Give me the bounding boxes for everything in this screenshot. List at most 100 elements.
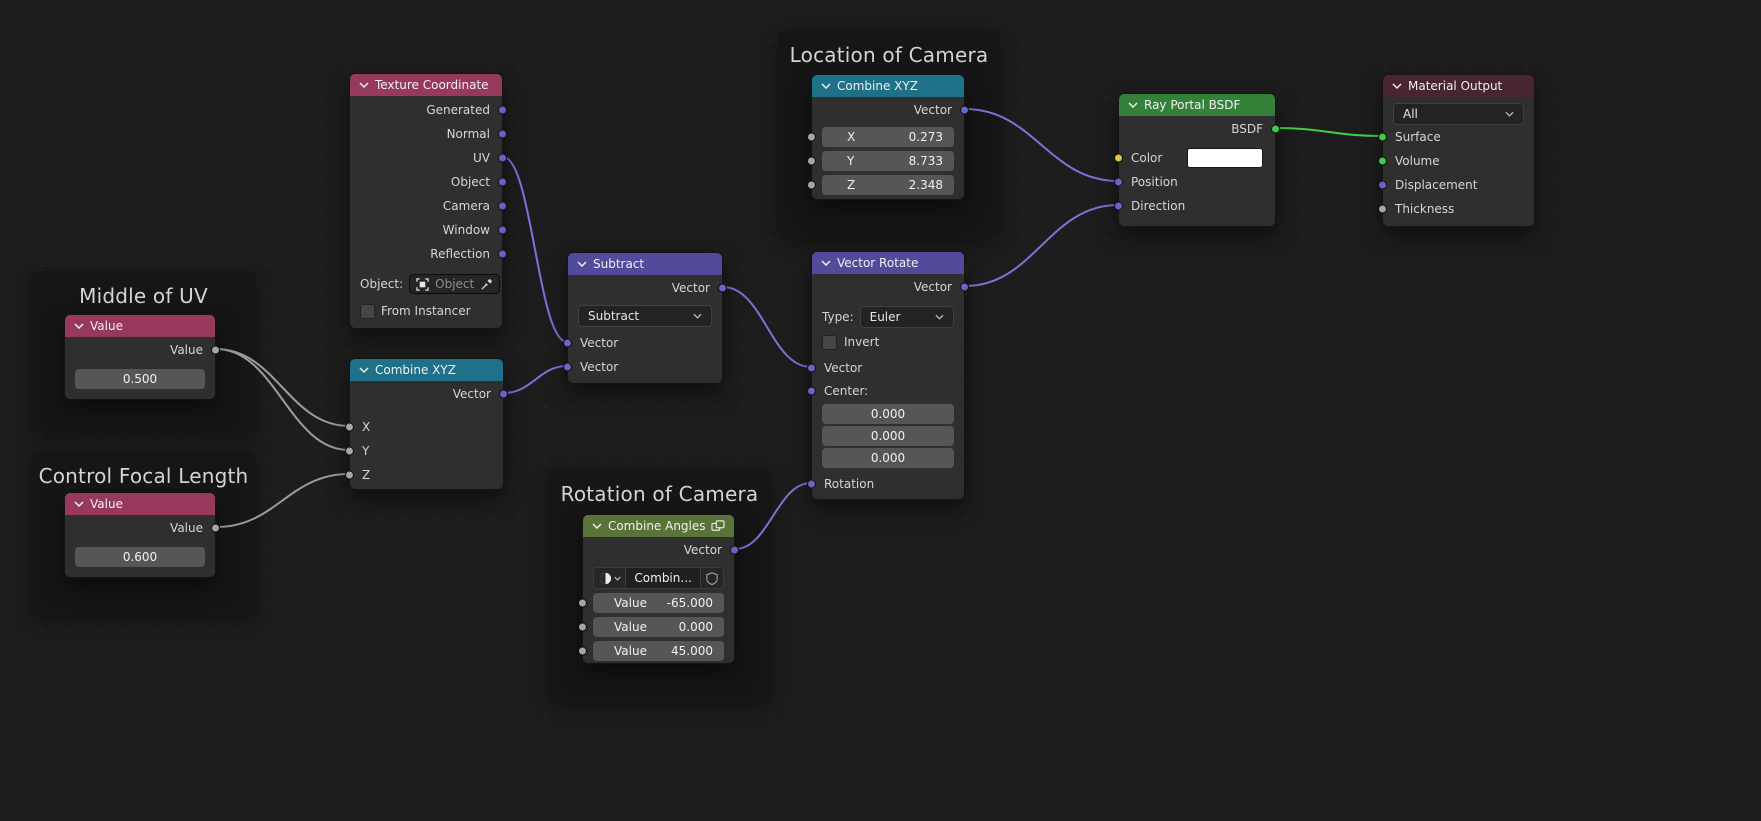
socket-value-input-1[interactable] (578, 598, 587, 608)
socket-value-output[interactable] (211, 345, 220, 355)
node-header[interactable]: Subtract (568, 253, 722, 275)
socket-y-input[interactable] (807, 156, 816, 166)
node-title: Texture Coordinate (375, 78, 489, 92)
socket-bsdf-output[interactable] (1271, 124, 1280, 134)
value-field[interactable]: 0.500 (75, 369, 205, 389)
chevron-down-icon[interactable] (577, 261, 587, 267)
socket-volume-input[interactable] (1378, 156, 1387, 166)
invert-checkbox[interactable] (822, 334, 837, 350)
chevron-down-icon[interactable] (821, 260, 831, 266)
eyedropper-icon[interactable] (480, 278, 493, 291)
socket-vector-output[interactable] (718, 283, 727, 293)
node-header[interactable]: Combine Angles (583, 515, 734, 537)
object-picker-field[interactable]: Object (409, 274, 501, 294)
value-field-1[interactable]: Value -65.000 (593, 593, 724, 613)
input-label: Surface (1395, 130, 1441, 144)
socket-x-input[interactable] (345, 422, 354, 432)
chevron-down-icon[interactable] (359, 367, 369, 373)
node-combine-xyz-location[interactable]: Combine XYZ Vector X 0.273 Y 8.733 Z 2.3… (807, 74, 969, 200)
node-header[interactable]: Material Output (1383, 75, 1534, 97)
socket-value-input-3[interactable] (578, 646, 587, 656)
socket-reflection-output[interactable] (498, 249, 507, 259)
socket-generated-output[interactable] (498, 105, 507, 115)
socket-vector-output[interactable] (730, 545, 739, 555)
color-swatch[interactable] (1187, 148, 1263, 168)
socket-direction-input[interactable] (1114, 201, 1123, 211)
from-instancer-checkbox[interactable] (360, 303, 375, 319)
socket-center-input[interactable] (807, 386, 816, 396)
node-value-uv[interactable]: Value Value 0.500 (64, 314, 220, 400)
node-header[interactable]: Ray Portal BSDF (1119, 94, 1275, 116)
socket-rotation-input[interactable] (807, 479, 816, 489)
socket-thickness-input[interactable] (1378, 204, 1387, 214)
socket-displacement-input[interactable] (1378, 180, 1387, 190)
node-combine-angles[interactable]: Combine Angles Vector Combin... Value -6… (578, 514, 739, 664)
chevron-down-icon[interactable] (359, 82, 369, 88)
center-z-field[interactable]: 0.000 (822, 448, 954, 468)
input-label: Direction (1131, 199, 1186, 213)
output-label: Vector (913, 280, 952, 294)
input-label: Rotation (824, 477, 875, 491)
socket-y-input[interactable] (345, 446, 354, 456)
value-field[interactable]: 0.600 (75, 547, 205, 567)
chevron-down-icon[interactable] (1392, 83, 1402, 89)
node-title: Vector Rotate (837, 256, 919, 270)
socket-vector-input-2[interactable] (563, 362, 572, 372)
node-header[interactable]: Texture Coordinate (350, 74, 502, 96)
rotation-type-dropdown[interactable]: Euler (859, 306, 954, 328)
socket-x-input[interactable] (807, 132, 816, 142)
socket-object-output[interactable] (498, 177, 507, 187)
chevron-down-icon[interactable] (592, 523, 602, 529)
socket-value-output[interactable] (211, 523, 220, 533)
socket-window-output[interactable] (498, 225, 507, 235)
center-y-field[interactable]: 0.000 (822, 426, 954, 446)
socket-z-input[interactable] (807, 180, 816, 190)
node-header[interactable]: Combine XYZ (350, 359, 503, 381)
node-material-output[interactable]: Material Output All Surface Volume Displ… (1378, 74, 1535, 227)
socket-vector-output[interactable] (960, 105, 969, 115)
socket-uv-output[interactable] (498, 153, 507, 163)
operation-dropdown[interactable]: Subtract (578, 305, 712, 327)
x-value-field[interactable]: X 0.273 (822, 127, 954, 147)
object-placeholder: Object (435, 277, 475, 291)
socket-position-input[interactable] (1114, 177, 1123, 187)
node-subtract[interactable]: Subtract Vector Subtract Vector Vector (563, 252, 727, 384)
socket-vector-input-1[interactable] (563, 338, 572, 348)
center-x-field[interactable]: 0.000 (822, 404, 954, 424)
socket-surface-input[interactable] (1378, 132, 1387, 142)
nodegroup-name-field[interactable]: Combin... (626, 567, 700, 589)
value-field-3[interactable]: Value 45.000 (593, 641, 724, 661)
node-value-focal[interactable]: Value Value 0.600 (64, 492, 220, 578)
socket-vector-input[interactable] (807, 363, 816, 373)
socket-value-input-2[interactable] (578, 622, 587, 632)
output-label: Object (450, 175, 490, 189)
socket-vector-output[interactable] (499, 389, 508, 399)
input-label: Vector (580, 360, 619, 374)
value-field-2[interactable]: Value 0.000 (593, 617, 724, 637)
chevron-down-icon (613, 576, 621, 581)
socket-z-input[interactable] (345, 470, 354, 480)
chevron-down-icon[interactable] (821, 83, 831, 89)
socket-color-input[interactable] (1114, 153, 1123, 163)
socket-camera-output[interactable] (498, 201, 507, 211)
chevron-down-icon[interactable] (1128, 102, 1138, 108)
target-dropdown[interactable]: All (1393, 103, 1524, 125)
socket-vector-output[interactable] (960, 282, 969, 292)
node-header[interactable]: Vector Rotate (812, 252, 964, 274)
node-ray-portal-bsdf[interactable]: Ray Portal BSDF BSDF Color Position Dire… (1114, 93, 1280, 227)
node-header[interactable]: Value (65, 315, 215, 337)
nodegroup-id-button[interactable] (593, 567, 627, 589)
chevron-down-icon[interactable] (74, 323, 84, 329)
socket-normal-output[interactable] (498, 129, 507, 139)
input-label: Displacement (1395, 178, 1478, 192)
chevron-down-icon[interactable] (74, 501, 84, 507)
node-texture-coordinate[interactable]: Texture Coordinate Generated Normal UV O… (349, 73, 507, 329)
node-header[interactable]: Value (65, 493, 215, 515)
node-editor-canvas[interactable]: Middle of UV Control Focal Length Locati… (0, 0, 1761, 821)
node-combine-xyz[interactable]: Combine XYZ Vector X Y Z (345, 358, 508, 490)
fake-user-shield-button[interactable] (699, 567, 724, 589)
z-value-field[interactable]: Z 2.348 (822, 175, 954, 195)
node-header[interactable]: Combine XYZ (812, 75, 964, 97)
node-vector-rotate[interactable]: Vector Rotate Vector Type: Euler Invert … (807, 251, 969, 500)
y-value-field[interactable]: Y 8.733 (822, 151, 954, 171)
